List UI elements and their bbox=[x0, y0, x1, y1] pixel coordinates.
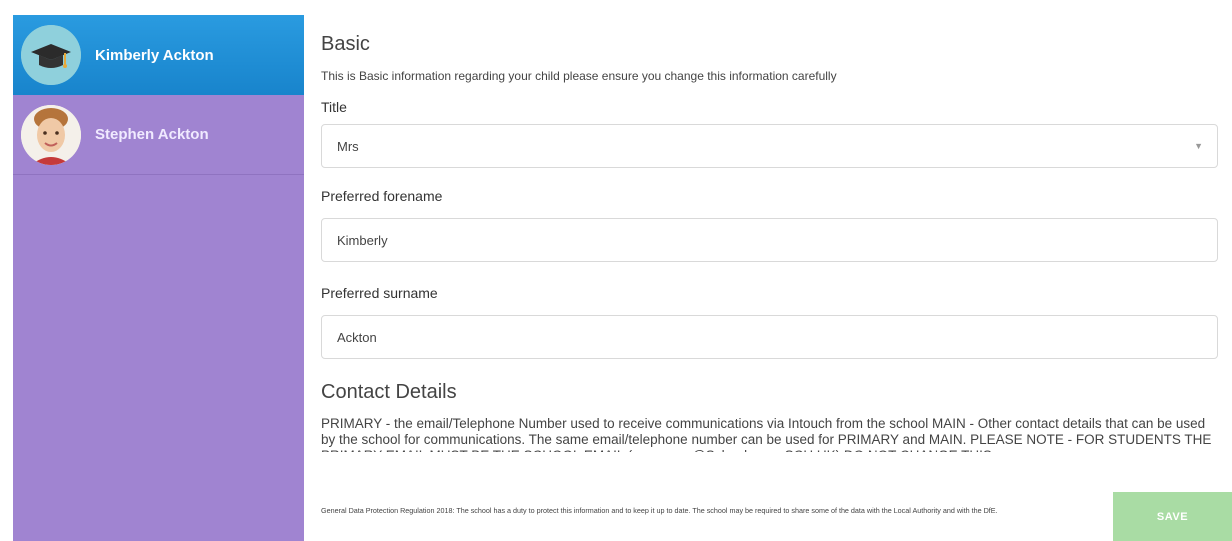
title-select[interactable]: Mrs ▼ bbox=[321, 124, 1218, 168]
sidebar-item-label: Kimberly Ackton bbox=[95, 46, 214, 64]
section-description: This is Basic information regarding your… bbox=[321, 69, 837, 83]
surname-input-value: Ackton bbox=[337, 329, 377, 345]
section-title-contact: Contact Details bbox=[321, 381, 457, 403]
child-photo bbox=[21, 104, 81, 165]
graduation-cap-icon bbox=[21, 25, 81, 85]
save-button[interactable]: SAVE bbox=[1113, 492, 1232, 541]
gdpr-notice: General Data Protection Regulation 2018:… bbox=[321, 506, 998, 515]
main-content: Basic This is Basic information regardin… bbox=[321, 0, 1232, 541]
sidebar-item-label: Stephen Ackton bbox=[95, 126, 209, 143]
forename-label: Preferred forename bbox=[321, 188, 443, 204]
contact-description: PRIMARY - the email/Telephone Number use… bbox=[321, 416, 1212, 452]
avatar bbox=[21, 104, 81, 165]
sidebar-item-kimberly-ackton[interactable]: Kimberly Ackton bbox=[13, 15, 304, 95]
sidebar-item-stephen-ackton[interactable]: Stephen Ackton bbox=[13, 95, 304, 175]
title-label: Title bbox=[321, 99, 347, 115]
chevron-down-icon: ▼ bbox=[1194, 141, 1203, 151]
title-select-value: Mrs bbox=[337, 138, 359, 154]
forename-input[interactable]: Kimberly bbox=[321, 218, 1218, 262]
surname-label: Preferred surname bbox=[321, 285, 438, 301]
forename-input-value: Kimberly bbox=[337, 232, 388, 248]
sidebar: Kimberly Ackton Stephen Ackton bbox=[13, 15, 304, 541]
surname-input[interactable]: Ackton bbox=[321, 315, 1218, 359]
section-title-basic: Basic bbox=[321, 33, 370, 55]
avatar bbox=[21, 25, 81, 85]
